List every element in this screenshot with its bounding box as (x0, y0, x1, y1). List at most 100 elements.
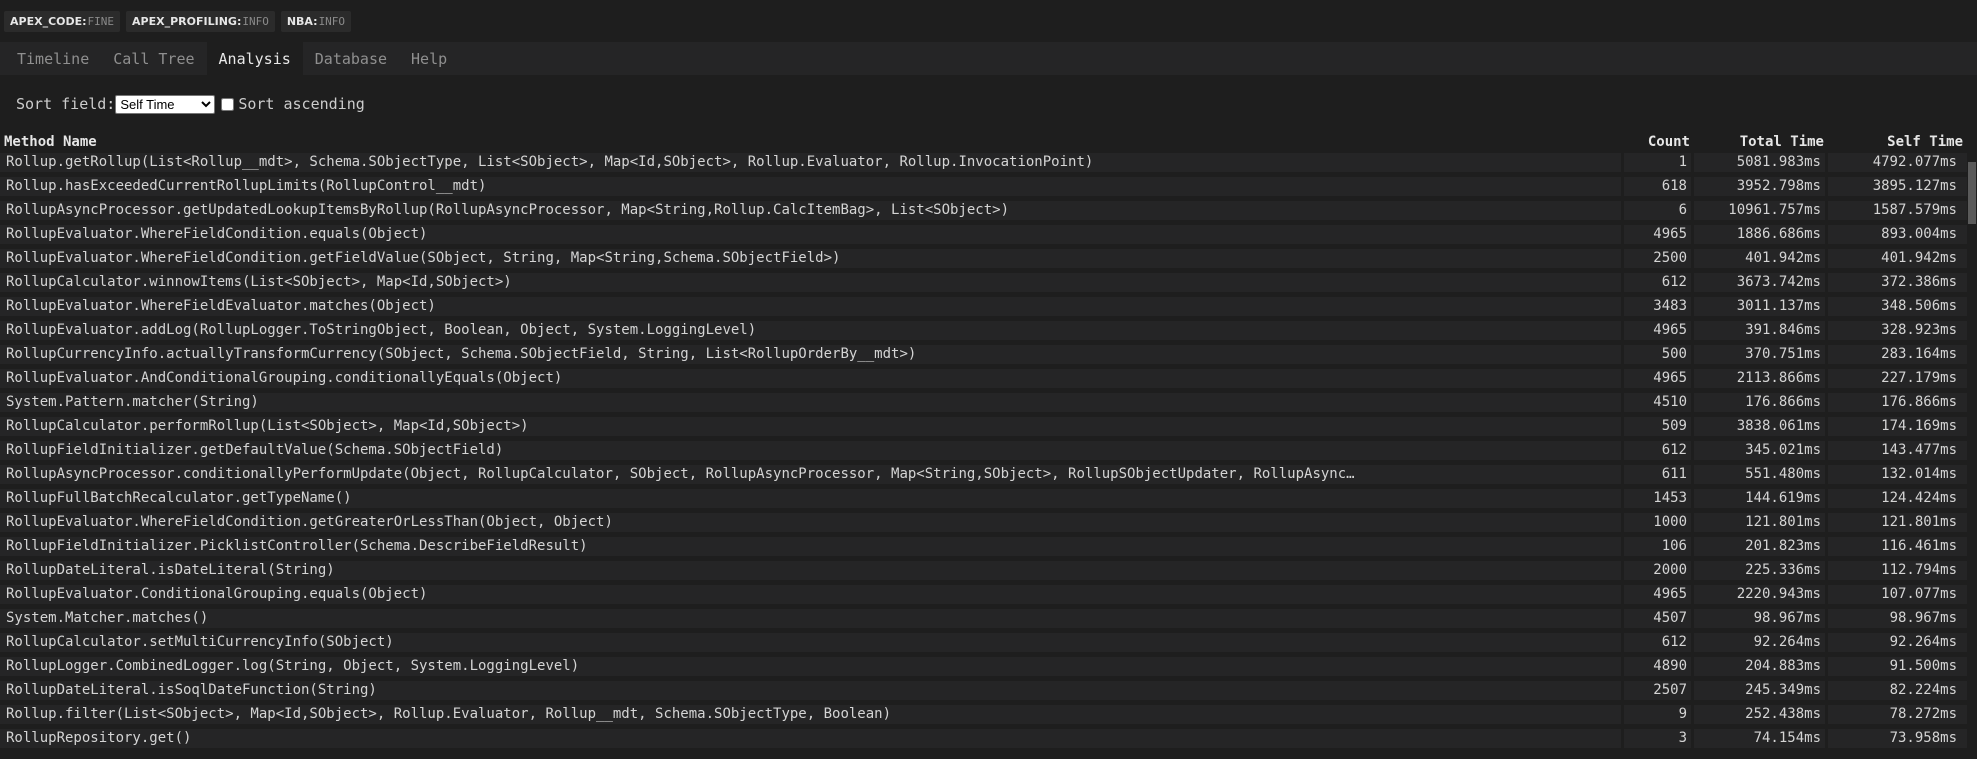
cell-self-time: 1587.579ms (1828, 200, 1967, 220)
table-row[interactable]: RollupFieldInitializer.getDefaultValue(S… (0, 438, 1977, 462)
sort-ascending-checkbox[interactable] (221, 97, 235, 111)
cell-total-time: 98.967ms (1694, 608, 1825, 628)
cell-self-time: 107.077ms (1828, 584, 1967, 604)
cell-total-time: 3673.742ms (1694, 272, 1825, 292)
table-scrollbar[interactable] (1967, 162, 1977, 759)
cell-self-time: 132.014ms (1828, 464, 1967, 484)
cell-self-time: 283.164ms (1828, 344, 1967, 364)
sort-field-label: Sort field: (16, 95, 116, 113)
badge-apex-profiling[interactable]: APEX_PROFILING: INFO (126, 10, 275, 32)
cell-count: 3 (1624, 728, 1691, 748)
tab-analysis[interactable]: Analysis (206, 42, 303, 75)
cell-self-time: 348.506ms (1828, 296, 1967, 316)
table-row[interactable]: Rollup.hasExceededCurrentRollupLimits(Ro… (0, 174, 1977, 198)
cell-method-name: RollupEvaluator.WhereFieldEvaluator.matc… (0, 296, 1621, 316)
table-row[interactable]: RollupFullBatchRecalculator.getTypeName(… (0, 486, 1977, 510)
cell-self-time: 176.866ms (1828, 392, 1967, 412)
cell-count: 2500 (1624, 248, 1691, 268)
cell-self-time: 124.424ms (1828, 488, 1967, 508)
sort-ascending-label: Sort ascending (238, 95, 365, 113)
cell-count: 611 (1624, 464, 1691, 484)
scrollbar-thumb[interactable] (1968, 162, 1976, 224)
cell-method-name: RollupRepository.get() (0, 728, 1621, 748)
table-body: Rollup.getRollup(List<Rollup__mdt>, Sche… (0, 150, 1977, 750)
cell-total-time: 551.480ms (1694, 464, 1825, 484)
cell-method-name: Rollup.filter(List<SObject>, Map<Id,SObj… (0, 704, 1621, 724)
table-row[interactable]: RollupCalculator.winnowItems(List<SObjec… (0, 270, 1977, 294)
cell-count: 4965 (1624, 584, 1691, 604)
table-row[interactable]: RollupEvaluator.WhereFieldEvaluator.matc… (0, 294, 1977, 318)
badge-level: FINE (87, 14, 115, 28)
table-row[interactable]: RollupCalculator.setMultiCurrencyInfo(SO… (0, 630, 1977, 654)
table-row[interactable]: RollupRepository.get() 3 74.154ms 73.958ms (0, 726, 1977, 750)
cell-method-name: RollupFullBatchRecalculator.getTypeName(… (0, 488, 1621, 508)
cell-method-name: RollupCalculator.performRollup(List<SObj… (0, 416, 1621, 436)
tab-database[interactable]: Database (303, 42, 399, 75)
cell-total-time: 401.942ms (1694, 248, 1825, 268)
sort-field-select[interactable]: Self Time (115, 94, 216, 114)
cell-count: 4965 (1624, 224, 1691, 244)
cell-count: 1000 (1624, 512, 1691, 532)
cell-self-time: 143.477ms (1828, 440, 1967, 460)
table-row[interactable]: RollupLogger.CombinedLogger.log(String, … (0, 654, 1977, 678)
table-row[interactable]: RollupCurrencyInfo.actuallyTransformCurr… (0, 342, 1977, 366)
cell-count: 4510 (1624, 392, 1691, 412)
table-row[interactable]: RollupEvaluator.WhereFieldCondition.getG… (0, 510, 1977, 534)
table-row[interactable]: Rollup.filter(List<SObject>, Map<Id,SObj… (0, 702, 1977, 726)
tab-timeline[interactable]: Timeline (5, 42, 101, 75)
cell-count: 9 (1624, 704, 1691, 724)
table-row[interactable]: RollupEvaluator.WhereFieldCondition.equa… (0, 222, 1977, 246)
cell-self-time: 116.461ms (1828, 536, 1967, 556)
table-row[interactable]: RollupEvaluator.addLog(RollupLogger.ToSt… (0, 318, 1977, 342)
cell-count: 4507 (1624, 608, 1691, 628)
cell-method-name: System.Matcher.matches() (0, 608, 1621, 628)
cell-self-time: 227.179ms (1828, 368, 1967, 388)
cell-self-time: 893.004ms (1828, 224, 1967, 244)
cell-total-time: 5081.983ms (1694, 152, 1825, 172)
cell-total-time: 10961.757ms (1694, 200, 1825, 220)
analysis-table: Method Name Count Total Time Self Time R… (0, 133, 1977, 750)
tab-help[interactable]: Help (399, 42, 459, 75)
cell-method-name: RollupAsyncProcessor.getUpdatedLookupIte… (0, 200, 1621, 220)
cell-total-time: 201.823ms (1694, 536, 1825, 556)
table-row[interactable]: Rollup.getRollup(List<Rollup__mdt>, Sche… (0, 150, 1977, 174)
table-row[interactable]: RollupCalculator.performRollup(List<SObj… (0, 414, 1977, 438)
badge-nba[interactable]: NBA: INFO (280, 10, 352, 32)
cell-count: 6 (1624, 200, 1691, 220)
cell-self-time: 73.958ms (1828, 728, 1967, 748)
cell-self-time: 3895.127ms (1828, 176, 1967, 196)
cell-count: 2000 (1624, 560, 1691, 580)
badge-name: APEX_PROFILING: (132, 14, 242, 28)
table-header: Method Name Count Total Time Self Time (0, 133, 1977, 150)
tab-call-tree[interactable]: Call Tree (101, 42, 206, 75)
cell-self-time: 78.272ms (1828, 704, 1967, 724)
cell-total-time: 391.846ms (1694, 320, 1825, 340)
cell-count: 612 (1624, 632, 1691, 652)
table-row[interactable]: RollupEvaluator.ConditionalGrouping.equa… (0, 582, 1977, 606)
header-count[interactable]: Count (1624, 134, 1694, 150)
header-self-time[interactable]: Self Time (1828, 134, 1967, 150)
cell-method-name: RollupLogger.CombinedLogger.log(String, … (0, 656, 1621, 676)
table-row[interactable]: RollupDateLiteral.isSoqlDateFunction(Str… (0, 678, 1977, 702)
header-method-name[interactable]: Method Name (0, 134, 1624, 150)
log-level-bar: APEX_CODE: FINE APEX_PROFILING: INFO NBA… (0, 0, 1977, 42)
cell-total-time: 176.866ms (1694, 392, 1825, 412)
tab-bar: Timeline Call Tree Analysis Database Hel… (0, 42, 1977, 75)
cell-total-time: 3011.137ms (1694, 296, 1825, 316)
table-row[interactable]: RollupEvaluator.WhereFieldCondition.getF… (0, 246, 1977, 270)
table-row[interactable]: RollupDateLiteral.isDateLiteral(String) 2… (0, 558, 1977, 582)
cell-method-name: RollupFieldInitializer.getDefaultValue(S… (0, 440, 1621, 460)
table-row[interactable]: RollupAsyncProcessor.conditionallyPerfor… (0, 462, 1977, 486)
table-row[interactable]: RollupAsyncProcessor.getUpdatedLookupIte… (0, 198, 1977, 222)
cell-total-time: 2113.866ms (1694, 368, 1825, 388)
table-row[interactable]: RollupEvaluator.AndConditionalGrouping.c… (0, 366, 1977, 390)
cell-count: 106 (1624, 536, 1691, 556)
cell-method-name: RollupEvaluator.WhereFieldCondition.equa… (0, 224, 1621, 244)
header-total-time[interactable]: Total Time (1694, 134, 1828, 150)
table-row[interactable]: System.Pattern.matcher(String) 4510 176.86… (0, 390, 1977, 414)
badge-apex-code[interactable]: APEX_CODE: FINE (4, 10, 121, 32)
cell-count: 1453 (1624, 488, 1691, 508)
table-row[interactable]: RollupFieldInitializer.PicklistControlle… (0, 534, 1977, 558)
table-row[interactable]: System.Matcher.matches() 4507 98.967ms 98.9… (0, 606, 1977, 630)
cell-method-name: Rollup.getRollup(List<Rollup__mdt>, Sche… (0, 152, 1621, 172)
